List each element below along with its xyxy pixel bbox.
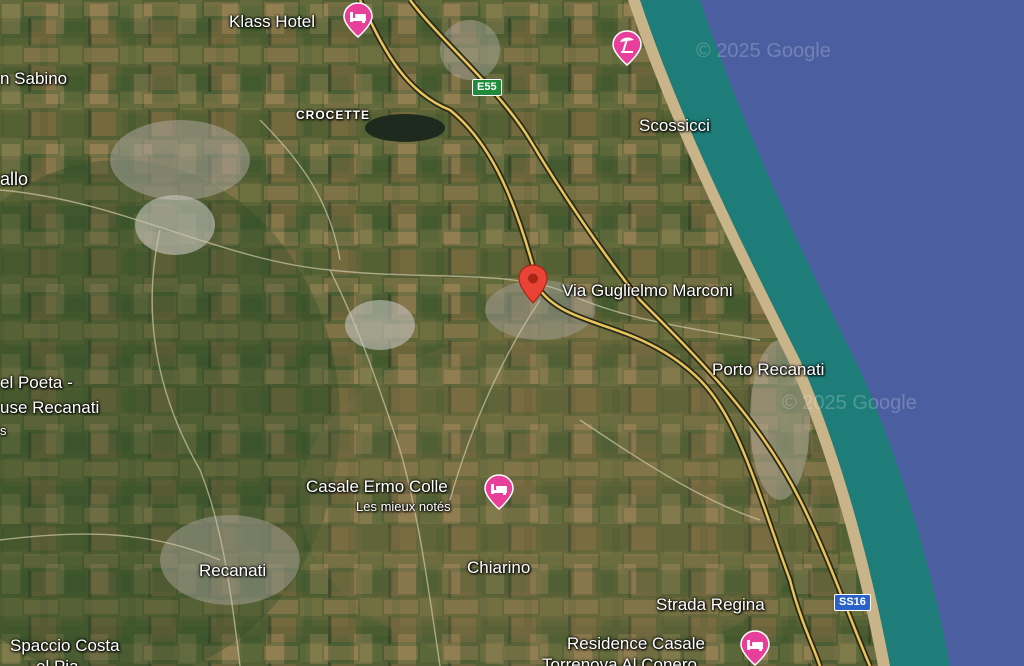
selected-place-label[interactable]: Via Guglielmo Marconi	[562, 282, 733, 299]
place-label-residence-casale-2[interactable]: Torrenova Al Conero	[542, 656, 697, 666]
place-label-poeta[interactable]: el Poeta -	[0, 374, 73, 391]
place-label-residence-casale[interactable]: Residence Casale	[567, 635, 705, 652]
location-pin-icon[interactable]	[517, 264, 549, 304]
place-label-spaccio-costa[interactable]: Spaccio Costa	[10, 637, 120, 654]
google-watermark: © 2025 Google	[696, 40, 831, 62]
place-label-casale-ermo-colle-rating: Les mieux notés	[356, 499, 451, 514]
place-label-klass-hotel[interactable]: Klass Hotel	[229, 13, 315, 30]
place-label-san-sabino[interactable]: n Sabino	[0, 70, 67, 87]
beach-umbrella-icon[interactable]	[612, 30, 642, 66]
place-label-crocette[interactable]: CROCETTE	[296, 109, 370, 121]
place-label-spaccio-costa-2[interactable]: el Pia...	[36, 658, 93, 666]
place-label-casale-ermo-colle[interactable]: Casale Ermo Colle	[306, 478, 448, 495]
google-watermark: © 2025 Google	[782, 392, 917, 414]
bed-icon[interactable]	[484, 474, 514, 510]
place-label-poeta-3: s	[0, 423, 7, 438]
place-label-chiarino[interactable]: Chiarino	[467, 559, 530, 576]
place-label-poeta-2[interactable]: use Recanati	[0, 399, 99, 416]
place-label-allo[interactable]: allo	[0, 170, 28, 188]
road-shield-e55: E55	[472, 79, 502, 96]
place-label-strada-regina[interactable]: Strada Regina	[656, 596, 765, 613]
place-label-recanati[interactable]: Recanati	[199, 562, 266, 579]
place-label-scossicci[interactable]: Scossicci	[639, 117, 710, 134]
place-label-porto-recanati[interactable]: Porto Recanati	[712, 361, 824, 378]
bed-icon[interactable]	[740, 630, 770, 666]
satellite-map[interactable]: © 2025 Google © 2025 Google E55 SS16 Kla…	[0, 0, 1024, 666]
bed-icon[interactable]	[343, 2, 373, 38]
road-shield-ss16: SS16	[834, 594, 871, 611]
